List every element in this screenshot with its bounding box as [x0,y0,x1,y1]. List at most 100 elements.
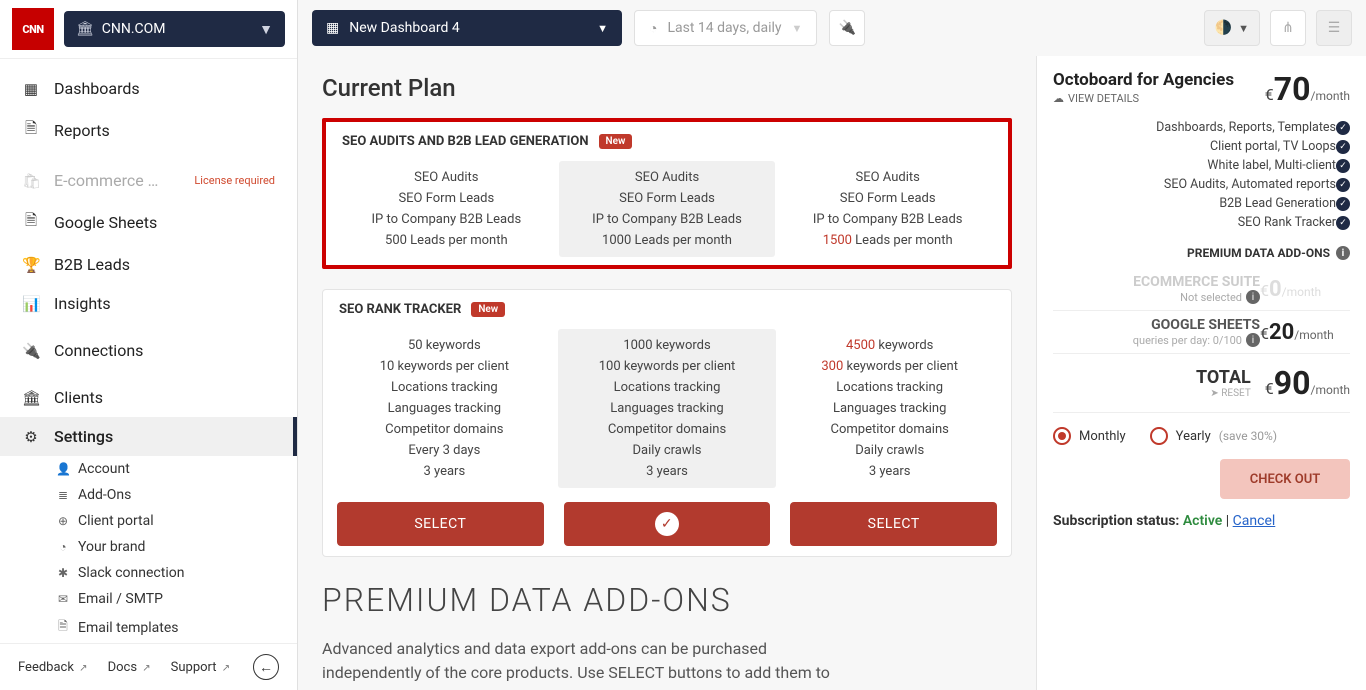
info-icon[interactable]: i [1246,333,1260,347]
tier-1[interactable]: SEO AuditsSEO Form LeadsIP to Company B2… [338,161,555,257]
dashboard-label: New Dashboard 4 [349,20,459,36]
tier-3[interactable]: 4500 keywords300 keywords per clientLoca… [780,329,999,488]
settings-sub-slack-connection[interactable]: ✱Slack connection [56,560,297,586]
addon-row: ECOMMERCE SUITENot selected i€0/month [1053,268,1350,311]
share-button[interactable]: ⋔ [1270,10,1306,46]
select-button-3[interactable]: SELECT [790,502,997,546]
new-badge: New [599,134,633,149]
addon-sub: queries per day: 0/100 i [1053,333,1260,347]
reset-icon: ➤ [1210,388,1221,399]
tier-line: SEO Audits [787,167,988,188]
nav-label: Clients [54,388,103,407]
sidebar-item-e-commerce-[interactable]: 🛍E-commerce …License required [0,161,297,200]
check-icon: ✓ [1336,178,1350,192]
check-icon: ✓ [1336,121,1350,135]
settings-sub-email-smtp[interactable]: ✉Email / SMTP [56,586,297,612]
reset-link[interactable]: ➤ RESET [1053,388,1251,399]
sidebar-item-dashboards[interactable]: ▦Dashboards [0,69,297,108]
sidebar-item-connections[interactable]: 🔌Connections [0,331,297,370]
cloud-icon: ☁ [1053,92,1064,105]
feature-item: Client portal, TV Loops✓ [1053,137,1350,156]
tier-line: Locations tracking [788,377,991,398]
back-button[interactable]: ← [253,654,279,680]
tier-2[interactable]: SEO AuditsSEO Form LeadsIP to Company B2… [559,161,776,257]
tier-line: 4500 keywords [788,335,991,356]
view-details-link[interactable]: ☁VIEW DETAILS [1053,92,1234,105]
tier-line: 3 years [343,461,546,482]
nav-icon: 🏆 [22,256,40,274]
tier-3[interactable]: SEO AuditsSEO Form LeadsIP to Company B2… [779,161,996,257]
addons-title: PREMIUM DATA ADD-ONS [1187,246,1330,260]
select-button-2-selected[interactable]: ✓ [564,502,771,546]
nav-label: B2B Leads [54,255,130,274]
sidebar-item-b-b-leads[interactable]: 🏆 B2B Leads [0,245,297,284]
date-range-label: Last 14 days, daily [667,20,781,36]
tier-line: Daily crawls [566,440,769,461]
dashboard-dropdown[interactable]: ▦New Dashboard 4 ▼ [312,10,622,46]
tier-line: Languages tracking [566,398,769,419]
tier-line: Competitor domains [788,419,991,440]
tier-line: SEO Audits [346,167,547,188]
sidebar-item-google-sheets[interactable]: 🗎Google Sheets [0,200,297,245]
tier-2[interactable]: 1000 keywords100 keywords per clientLoca… [558,329,777,488]
addon-price: €20/month [1260,320,1350,345]
check-icon: ✓ [655,512,679,536]
sub-icon: ✉ [56,592,70,606]
period-yearly[interactable]: Yearly (save 30%) [1150,427,1277,445]
tier-line: 100 keywords per client [566,356,769,377]
theme-dropdown[interactable]: 🌗▼ [1204,10,1260,46]
section-title: SEO RANK TRACKER [339,302,461,317]
addon-name: ECOMMERCE SUITE [1053,274,1260,290]
external-icon: ↗ [222,663,230,674]
tier-line: SEO Audits [567,167,768,188]
info-icon[interactable]: i [1336,246,1350,260]
plug-button[interactable]: 🔌 [829,10,865,46]
sidebar-item-insights[interactable]: 📊Insights [0,284,297,323]
sidebar-item-clients[interactable]: 🏛Clients [0,378,297,417]
feature-item: Dashboards, Reports, Templates✓ [1053,118,1350,137]
settings-sub-email-templates[interactable]: 🗎Email templates [56,612,297,643]
seo-audits-card: SEO AUDITS AND B2B LEAD GENERATION New S… [322,118,1012,269]
client-icon: 🏛 [76,21,94,37]
addon-row: GOOGLE SHEETSqueries per day: 0/100 i€20… [1053,311,1350,354]
settings-sub-your-brand[interactable]: ◔ Your brand [56,534,297,560]
select-button-1[interactable]: SELECT [337,502,544,546]
tier-line: 10 keywords per client [343,356,546,377]
checkout-button[interactable]: CHECK OUT [1220,459,1350,499]
tier-line: SEO Form Leads [567,188,768,209]
sidebar-item-reports[interactable]: 🗎Reports [0,108,297,153]
settings-sub-client-portal[interactable]: ⊕Client portal [56,508,297,534]
addon-sub: Not selected i [1053,290,1260,304]
settings-sub-add-ons[interactable]: ≣Add-Ons [56,482,297,508]
sub-label: Your brand [78,539,145,555]
support-link[interactable]: Support ↗ [171,660,231,675]
client-dropdown[interactable]: 🏛 CNN.COM ▼ [64,11,285,47]
nav-icon: ⚙ [22,428,40,446]
nav-label: Settings [54,427,113,446]
sidebar-item-settings[interactable]: ⚙ Settings [0,417,297,456]
tier-line: 1500 Leads per month [787,230,988,251]
addons-description: Advanced analytics and data export add-o… [322,637,862,690]
sub-icon: ✱ [56,566,70,580]
docs-link[interactable]: Docs ↗ [108,660,151,675]
tier-line: Competitor domains [566,419,769,440]
settings-sub-account[interactable]: 👤Account [56,456,297,482]
feedback-link[interactable]: Feedback ↗ [18,660,88,675]
sub-icon: 🗎 [56,617,70,638]
tier-1[interactable]: 50 keywords10 keywords per clientLocatio… [335,329,554,488]
nav-icon: 🛍 [22,172,40,190]
tier-line: Locations tracking [566,377,769,398]
period-monthly[interactable]: Monthly [1053,427,1126,445]
tier-line: Languages tracking [343,398,546,419]
menu-button[interactable]: ☰ [1316,10,1352,46]
share-icon: ⋔ [1282,20,1294,36]
chevron-down-icon: ▼ [792,22,803,35]
license-badge: License required [194,174,275,187]
sub-icon: ◔ [56,540,70,554]
cancel-link[interactable]: Cancel [1233,513,1276,529]
addon-price: €0/month [1260,277,1350,302]
date-range-dropdown[interactable]: ◔ Last 14 days, daily ▼ [634,10,817,46]
info-icon[interactable]: i [1246,290,1260,304]
dashboard-icon: ▦ [326,20,339,36]
tier-line: Locations tracking [343,377,546,398]
